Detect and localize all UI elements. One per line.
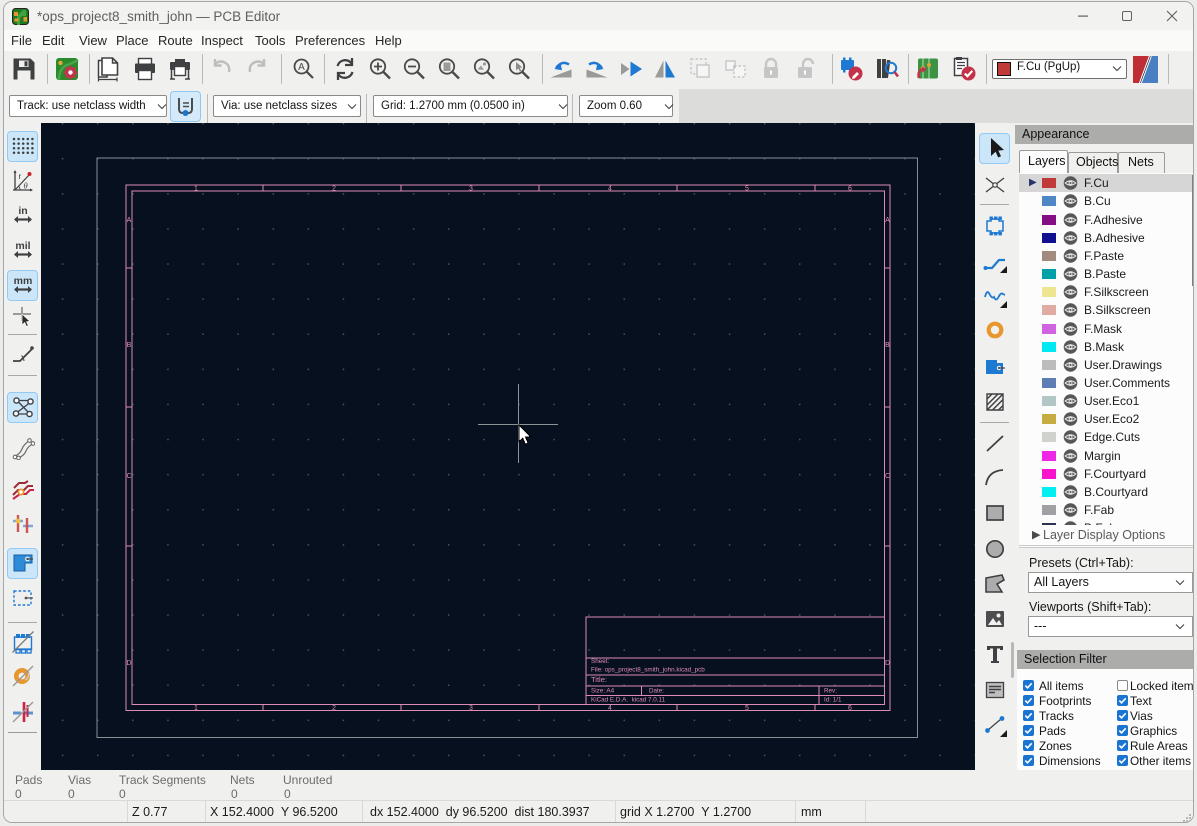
svg-text:r: r: [18, 171, 21, 181]
svg-text:Id: 1/1: Id: 1/1: [824, 697, 842, 704]
svg-text:1: 1: [194, 186, 198, 193]
svg-text:4: 4: [608, 705, 612, 712]
svg-text:θ: θ: [23, 181, 27, 191]
svg-text:B: B: [127, 342, 132, 349]
svg-text:5: 5: [745, 186, 749, 193]
svg-text:2: 2: [332, 186, 336, 193]
svg-text:4: 4: [608, 186, 612, 193]
svg-text:Title:: Title:: [591, 675, 607, 684]
svg-text:3: 3: [469, 186, 473, 193]
svg-text:mil: mil: [15, 240, 30, 252]
svg-text:File: ops_project8_smith_john.: File: ops_project8_smith_john.kicad_pcb: [591, 667, 705, 674]
svg-text:D: D: [885, 660, 890, 667]
svg-text:Sheet:: Sheet:: [591, 658, 609, 665]
svg-text:A: A: [298, 62, 305, 73]
svg-text:A: A: [127, 217, 132, 224]
svg-text:KiCad E.D.A. kicad 7.0.11: KiCad E.D.A. kicad 7.0.11: [591, 697, 666, 704]
svg-text:Date:: Date:: [649, 688, 664, 695]
svg-text:mm: mm: [13, 275, 32, 287]
svg-text:C: C: [126, 473, 131, 480]
svg-text:in: in: [18, 205, 27, 217]
svg-text:3: 3: [469, 705, 473, 712]
svg-text:A: A: [885, 217, 890, 224]
svg-text:C: C: [885, 473, 890, 480]
svg-text:2: 2: [332, 705, 336, 712]
svg-text:6: 6: [848, 705, 852, 712]
svg-text:6: 6: [848, 186, 852, 193]
svg-text:1: 1: [194, 705, 198, 712]
svg-text:B: B: [885, 342, 890, 349]
svg-text:5: 5: [745, 705, 749, 712]
svg-text:Rev:: Rev:: [824, 688, 837, 695]
svg-text:Size: A4: Size: A4: [591, 688, 615, 695]
svg-text:D: D: [126, 660, 131, 667]
